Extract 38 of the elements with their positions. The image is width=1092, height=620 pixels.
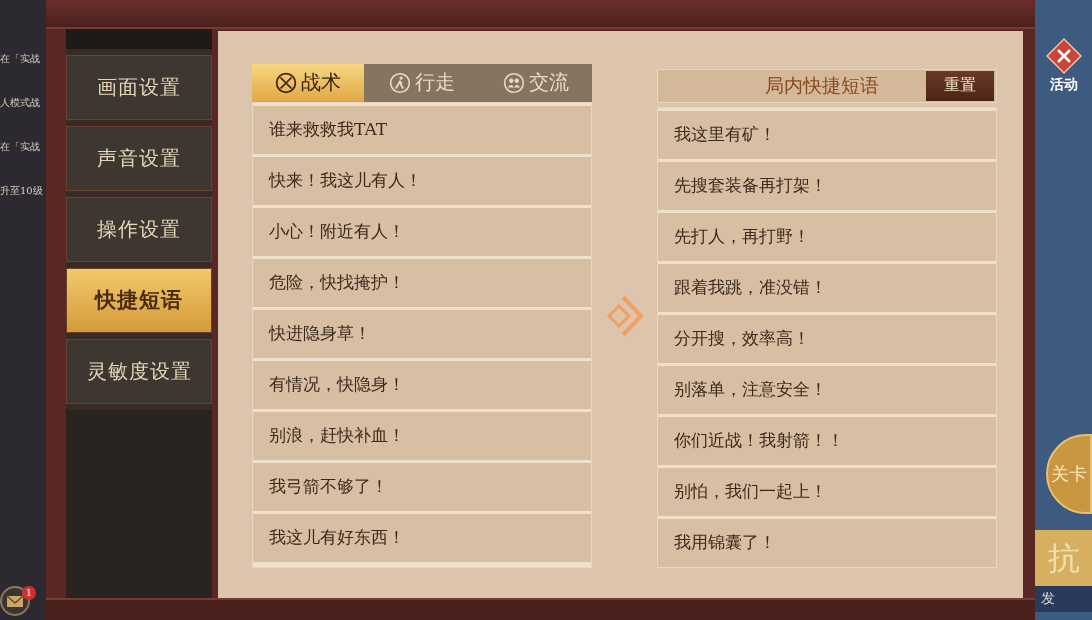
phrase-option[interactable]: 谁来救救我TAT (253, 105, 591, 154)
banner-text: 抗 (1035, 530, 1092, 586)
event-label[interactable]: 活动 (1049, 76, 1078, 94)
quick-phrase-slot[interactable]: 先打人，再打野！ (658, 212, 996, 261)
quest-text: 人模式战 (0, 96, 41, 110)
quest-text: 在「实战 (0, 52, 41, 66)
people-icon (503, 71, 525, 94)
quest-text: 在「实战 (0, 140, 41, 154)
crossed-swords-icon (275, 71, 297, 94)
quick-phrase-slot[interactable]: 我用锦囊了！ (658, 518, 996, 567)
mail-icon[interactable] (0, 586, 30, 616)
sidebar-tab[interactable]: 画面设置 (66, 54, 212, 120)
quick-phrase-slot[interactable]: 别怕，我们一起上！ (658, 467, 996, 516)
quick-phrase-slot[interactable]: 我这里有矿！ (658, 110, 996, 159)
quest-text: 升至10级 (0, 184, 44, 198)
phrase-option[interactable]: 我这儿有好东西！ (253, 513, 591, 562)
sidebar-tab[interactable]: 操作设置 (66, 196, 212, 262)
quick-phrase-slot[interactable]: 分开搜，效率高！ (658, 314, 996, 363)
phrase-option[interactable]: 危险，快找掩护！ (253, 258, 591, 307)
quick-phrase-slot[interactable]: 你们近战！我射箭！！ (658, 416, 996, 465)
phrase-option[interactable]: 别浪，赶快补血！ (253, 411, 591, 460)
sidebar-tab[interactable]: 声音设置 (66, 125, 212, 191)
start-label[interactable]: 发 (1035, 586, 1092, 612)
sidebar-tab[interactable]: 快捷短语 (66, 267, 212, 333)
quick-phrase-slot[interactable]: 别落单，注意安全！ (658, 365, 996, 414)
phrase-option[interactable]: 小心！附近有人！ (253, 207, 591, 256)
phrase-option[interactable]: 快进隐身草！ (253, 309, 591, 358)
quick-phrase-slot[interactable]: 跟着我跳，准没错！ (658, 263, 996, 312)
phrase-option[interactable]: 我弓箭不够了！ (253, 462, 591, 511)
quick-phrase-slot[interactable]: 先搜套装备再打架！ (658, 161, 996, 210)
phrase-tab[interactable]: 战术 (252, 63, 364, 102)
walking-person-icon (389, 71, 411, 94)
sidebar-tab[interactable]: 灵敏度设置 (66, 338, 212, 404)
panel-title: 局内快捷短语 (764, 72, 880, 98)
reset-button[interactable]: 重置 (926, 70, 994, 101)
phrase-option[interactable]: 有情况，快隐身！ (253, 360, 591, 409)
phrase-option[interactable]: 快来！我这儿有人！ (253, 156, 591, 205)
notification-badge: 1 (22, 586, 36, 600)
